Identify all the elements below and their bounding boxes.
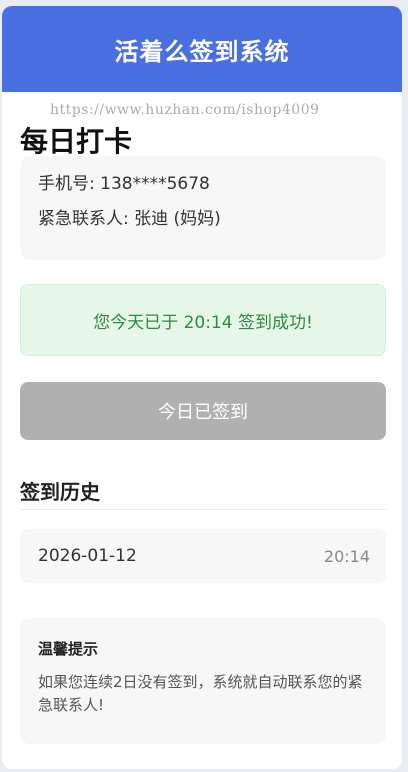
- tip-title: 温馨提示: [38, 640, 99, 658]
- history-list-item: 2026-01-12 20:14: [20, 529, 386, 583]
- tip-card: 温馨提示 如果您连续2日没有签到，系统就自动联系您的紧急联系人!: [20, 618, 386, 744]
- history-date: 2026-01-12: [38, 546, 137, 566]
- phone-number: 手机号: 138****5678: [38, 174, 210, 194]
- app-header: 活着么签到系统: [2, 6, 402, 92]
- tip-text: 如果您连续2日没有签到，系统就自动联系您的紧急联系人!: [38, 673, 363, 714]
- checkin-button[interactable]: 今日已签到: [20, 382, 386, 440]
- app-window: 活着么签到系统 https://www.huzhan.com/ishop4009…: [2, 6, 402, 769]
- emergency-contact: 紧急联系人: 张迪 (妈妈): [38, 209, 221, 229]
- history-time: 20:14: [323, 546, 370, 566]
- user-info-card: 手机号: 138****5678 紧急联系人: 张迪 (妈妈): [20, 156, 386, 260]
- page-title: 每日打卡: [20, 125, 133, 158]
- checkin-success-message: 您今天已于 20:14 签到成功!: [20, 284, 386, 356]
- section-divider: [20, 509, 386, 510]
- watermark-url: https://www.huzhan.com/ishop4009: [50, 102, 320, 118]
- history-section-title: 签到历史: [20, 480, 100, 504]
- app-title: 活着么签到系统: [114, 37, 290, 66]
